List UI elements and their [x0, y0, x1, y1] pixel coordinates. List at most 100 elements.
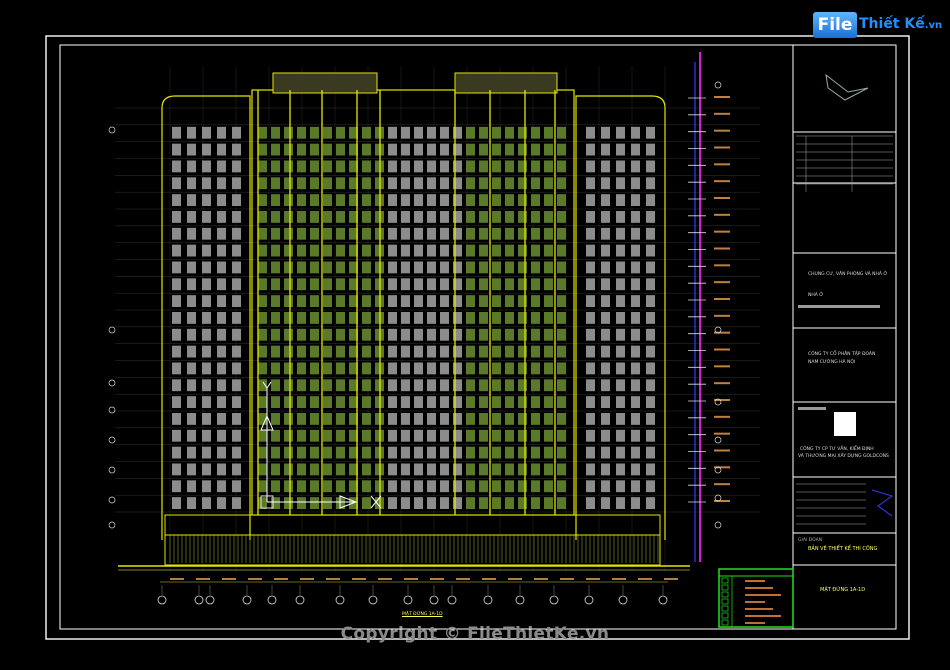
window: [518, 480, 527, 493]
level-label: [714, 180, 730, 183]
window: [616, 362, 625, 375]
window: [284, 328, 293, 341]
level-label: [714, 348, 730, 351]
window: [586, 463, 595, 476]
window: [544, 328, 553, 341]
logo-file-text: File: [813, 12, 857, 38]
window: [505, 177, 514, 190]
window: [631, 463, 640, 476]
window: [505, 362, 514, 375]
window: [531, 177, 540, 190]
window: [310, 177, 319, 190]
window: [544, 497, 553, 509]
window: [544, 429, 553, 442]
window: [258, 227, 267, 240]
window: [323, 497, 332, 509]
window: [616, 396, 625, 408]
window: [172, 261, 181, 274]
window: [531, 446, 540, 459]
window: [323, 446, 332, 459]
window: [323, 194, 332, 206]
window: [531, 227, 540, 240]
window: [187, 413, 196, 425]
window: [531, 160, 540, 173]
window: [616, 328, 625, 341]
window: [284, 177, 293, 190]
window: [466, 261, 475, 274]
window: [388, 463, 397, 476]
window: [466, 345, 475, 358]
window: [440, 396, 449, 408]
window: [518, 227, 527, 240]
window: [531, 295, 540, 307]
window: [217, 160, 226, 173]
window: [631, 497, 640, 509]
window: [323, 160, 332, 173]
window: [631, 211, 640, 223]
window: [586, 126, 595, 139]
window: [202, 177, 211, 190]
window: [414, 480, 423, 493]
window: [217, 446, 226, 459]
window: [414, 413, 423, 425]
window: [172, 379, 181, 392]
window: [217, 429, 226, 442]
window: [323, 177, 332, 190]
window: [492, 446, 501, 459]
window: [297, 429, 306, 442]
window: [616, 295, 625, 307]
window: [271, 160, 280, 173]
window: [271, 463, 280, 476]
window: [601, 362, 610, 375]
window: [631, 261, 640, 274]
window: [232, 244, 241, 257]
window: [187, 160, 196, 173]
window: [505, 328, 514, 341]
window: [466, 177, 475, 190]
window: [232, 312, 241, 324]
window: [586, 143, 595, 156]
window: [631, 480, 640, 493]
window: [616, 211, 625, 223]
window: [557, 244, 566, 257]
window: [336, 312, 345, 324]
window: [187, 126, 196, 139]
window: [492, 345, 501, 358]
window: [440, 429, 449, 442]
window: [202, 328, 211, 341]
window: [646, 211, 655, 223]
window: [187, 429, 196, 442]
window: [544, 160, 553, 173]
window: [187, 244, 196, 257]
window: [631, 413, 640, 425]
window: [401, 312, 410, 324]
window: [362, 126, 371, 139]
window: [362, 362, 371, 375]
window: [427, 177, 436, 190]
window: [631, 429, 640, 442]
window: [492, 126, 501, 139]
window: [284, 244, 293, 257]
window: [362, 261, 371, 274]
window: [310, 446, 319, 459]
window: [601, 261, 610, 274]
window: [414, 278, 423, 291]
window: [401, 227, 410, 240]
window: [466, 126, 475, 139]
window: [557, 446, 566, 459]
window: [187, 362, 196, 375]
window: [271, 480, 280, 493]
window: [258, 328, 267, 341]
window: [440, 413, 449, 425]
window: [172, 328, 181, 341]
window: [616, 429, 625, 442]
window: [336, 379, 345, 392]
window: [601, 345, 610, 358]
window: [217, 396, 226, 408]
window: [232, 362, 241, 375]
level-label: [714, 314, 730, 317]
window: [601, 194, 610, 206]
window: [518, 345, 527, 358]
window: [297, 497, 306, 509]
window: [557, 177, 566, 190]
